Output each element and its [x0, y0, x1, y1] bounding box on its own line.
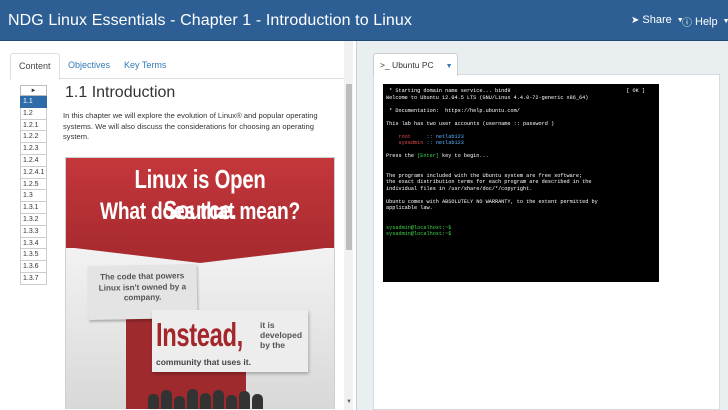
- terminal-ok-status: [ OK ]: [626, 88, 645, 94]
- tab-content[interactable]: Content: [10, 53, 60, 80]
- toc-item[interactable]: 1.3.6: [20, 261, 47, 273]
- terminal-key-hint: [Enter]: [417, 153, 439, 159]
- share-label: Share: [642, 14, 672, 26]
- terminal-prompt: sysadmin@localhost:~$: [386, 231, 452, 237]
- terminal-username: sysadmin: [398, 140, 424, 146]
- content-tabs: Content Objectives Key Terms: [10, 53, 347, 80]
- poster-it-is-text: it is developed by the: [260, 320, 303, 350]
- intro-paragraph: In this chapter we will explore the evol…: [63, 111, 318, 142]
- toc-item[interactable]: 1.2.1: [20, 119, 47, 132]
- help-icon: ⓘ: [682, 18, 692, 29]
- poster-instead-text: Instead,: [156, 316, 243, 353]
- poster-card-company-text: The code that powers Linux isn't owned b…: [98, 271, 187, 303]
- section-heading: 1.1 Introduction: [65, 84, 176, 101]
- toc-item[interactable]: 1.2.3: [20, 143, 47, 155]
- poster-banner: Linux is Open Source. What does that mea…: [66, 158, 334, 248]
- toc-item[interactable]: 1.3.1: [20, 202, 47, 214]
- toc-item[interactable]: 1.3: [20, 190, 47, 203]
- poster-card-community: Instead, it is developed by the communit…: [152, 310, 308, 372]
- lesson-content: 1.1 Introduction In this chapter we will…: [62, 84, 340, 409]
- toc-item[interactable]: 1.2.4.1: [20, 166, 47, 179]
- share-button[interactable]: ➤ Share ▼: [631, 14, 684, 26]
- terminal-pane: >_ Ubuntu PC ▼ [ OK ] * Starting domain n…: [366, 41, 728, 410]
- toc-item[interactable]: 1.2.5: [20, 178, 47, 191]
- tab-objectives[interactable]: Objectives: [60, 53, 118, 79]
- toc-item[interactable]: 1.2.2: [20, 131, 47, 144]
- app-title: NDG Linux Essentials - Chapter 1 - Intro…: [8, 12, 413, 29]
- tab-key-terms[interactable]: Key Terms: [116, 53, 174, 79]
- share-icon: ➤: [631, 14, 640, 26]
- chevron-down-icon[interactable]: ▼: [446, 63, 453, 70]
- crowd-silhouette-icon: [148, 386, 268, 409]
- help-label: Help: [695, 15, 718, 28]
- poster-community-text: community that uses it.: [156, 357, 251, 367]
- infographic-image: Linux is Open Source. What does that mea…: [65, 157, 335, 409]
- poster-headline-2: What does that mean?: [99, 198, 301, 225]
- toc-item[interactable]: 1.1: [20, 96, 47, 108]
- toc-item[interactable]: 1.3.2: [20, 213, 47, 226]
- help-button[interactable]: ⓘ Help ▼: [682, 14, 728, 30]
- toc-collapse-toggle[interactable]: ►: [20, 85, 47, 96]
- toc-item[interactable]: 1.3.7: [20, 272, 47, 285]
- app-header: NDG Linux Essentials - Chapter 1 - Intro…: [0, 0, 728, 41]
- tab-ubuntu-pc[interactable]: >_ Ubuntu PC ▼: [373, 53, 458, 76]
- toc-item[interactable]: 1.3.4: [20, 237, 47, 250]
- terminal-text: Press the: [386, 153, 418, 159]
- terminal-username: root: [398, 133, 411, 140]
- toc-item[interactable]: 1.3.3: [20, 225, 47, 238]
- scroll-down-icon[interactable]: ▼: [345, 399, 353, 405]
- scrollbar-thumb[interactable]: [346, 84, 352, 250]
- toc-item[interactable]: 1.3.5: [20, 249, 47, 262]
- terminal-password: :: netlab123: [423, 133, 464, 140]
- terminal-screen[interactable]: [ OK ] * Starting domain name service...…: [383, 84, 659, 282]
- terminal-text: key to begin...: [438, 153, 489, 159]
- toc-item[interactable]: 1.2.4: [20, 154, 47, 167]
- tab-ubuntu-pc-label: >_ Ubuntu PC: [380, 60, 434, 70]
- toc-item[interactable]: 1.2: [20, 107, 47, 120]
- table-of-contents: ► 1.1 1.2 1.2.1 1.2.2 1.2.3 1.2.4 1.2.4.…: [20, 85, 47, 285]
- terminal-password: :: netlab123: [423, 140, 464, 146]
- banner-point: [66, 247, 334, 263]
- chevron-down-icon: ▼: [722, 18, 728, 25]
